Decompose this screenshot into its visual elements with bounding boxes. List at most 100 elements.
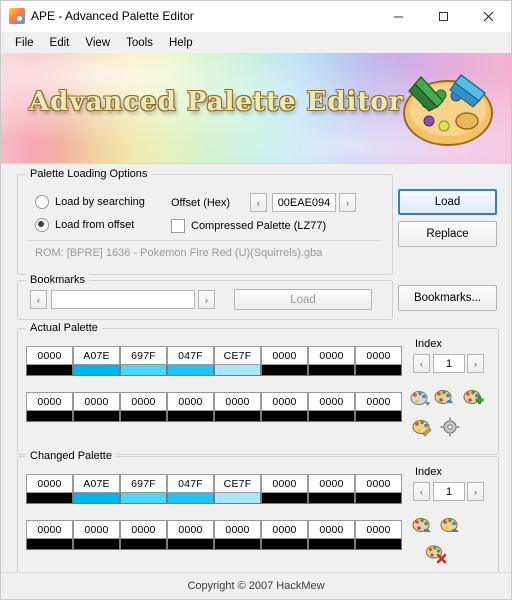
changed-swatch-2[interactable]: 697F xyxy=(120,474,167,504)
offset-input[interactable]: 00EAE094 xyxy=(272,193,336,212)
palette-redo-icon[interactable] xyxy=(439,514,461,536)
actual-swatch-5-hex[interactable]: 0000 xyxy=(261,346,308,365)
bookmark-input[interactable] xyxy=(51,290,195,309)
changed-swatch-9[interactable]: 0000 xyxy=(73,520,120,550)
changed-swatch-6-hex[interactable]: 0000 xyxy=(308,474,355,493)
menu-tools[interactable]: Tools xyxy=(118,35,161,51)
actual-swatch-15[interactable]: 0000 xyxy=(355,392,402,422)
changed-swatch-0-color[interactable] xyxy=(26,493,73,504)
changed-swatch-9-color[interactable] xyxy=(73,539,120,550)
changed-swatch-13-hex[interactable]: 0000 xyxy=(261,520,308,539)
changed-swatch-11-color[interactable] xyxy=(167,539,214,550)
changed-swatch-12[interactable]: 0000 xyxy=(214,520,261,550)
actual-swatch-6[interactable]: 0000 xyxy=(308,346,355,376)
changed-swatch-8-color[interactable] xyxy=(26,539,73,550)
changed-swatch-4-color[interactable] xyxy=(214,493,261,504)
actual-swatch-3-color[interactable] xyxy=(167,365,214,376)
actual-swatch-3-hex[interactable]: 047F xyxy=(167,346,214,365)
actual-swatch-4-hex[interactable]: CE7F xyxy=(214,346,261,365)
changed-swatch-4-hex[interactable]: CE7F xyxy=(214,474,261,493)
actual-swatch-5-color[interactable] xyxy=(261,365,308,376)
changed-swatch-0-hex[interactable]: 0000 xyxy=(26,474,73,493)
changed-swatch-12-color[interactable] xyxy=(214,539,261,550)
changed-swatch-15-color[interactable] xyxy=(355,539,402,550)
actual-swatch-2-color[interactable] xyxy=(120,365,167,376)
menu-view[interactable]: View xyxy=(77,35,118,51)
actual-swatch-0[interactable]: 0000 xyxy=(26,346,73,376)
changed-swatch-6[interactable]: 0000 xyxy=(308,474,355,504)
maximize-button[interactable] xyxy=(421,1,466,31)
load-button[interactable]: Load xyxy=(398,189,497,215)
actual-swatch-3[interactable]: 047F xyxy=(167,346,214,376)
close-button[interactable] xyxy=(466,1,511,31)
menu-edit[interactable]: Edit xyxy=(42,35,78,51)
actual-index-prev-button[interactable]: ‹ xyxy=(413,354,430,373)
actual-swatch-5[interactable]: 0000 xyxy=(261,346,308,376)
actual-swatch-2[interactable]: 697F xyxy=(120,346,167,376)
actual-swatch-0-color[interactable] xyxy=(26,365,73,376)
changed-swatch-6-color[interactable] xyxy=(308,493,355,504)
changed-swatch-13-color[interactable] xyxy=(261,539,308,550)
actual-swatch-13-hex[interactable]: 0000 xyxy=(261,392,308,411)
changed-swatch-13[interactable]: 0000 xyxy=(261,520,308,550)
actual-swatch-9-color[interactable] xyxy=(73,411,120,422)
palette-edit-icon[interactable] xyxy=(411,416,433,438)
actual-swatch-1-hex[interactable]: A07E xyxy=(73,346,120,365)
actual-swatch-1-color[interactable] xyxy=(73,365,120,376)
changed-swatch-8-hex[interactable]: 0000 xyxy=(26,520,73,539)
offset-decrement-button[interactable]: ‹ xyxy=(250,193,267,212)
actual-swatch-10[interactable]: 0000 xyxy=(120,392,167,422)
changed-swatch-4[interactable]: CE7F xyxy=(214,474,261,504)
actual-swatch-7-color[interactable] xyxy=(355,365,402,376)
changed-swatch-14-hex[interactable]: 0000 xyxy=(308,520,355,539)
palette-import-icon[interactable] xyxy=(409,386,431,408)
actual-swatch-14-color[interactable] xyxy=(308,411,355,422)
palette-add-icon[interactable] xyxy=(463,386,485,408)
changed-swatch-15-hex[interactable]: 0000 xyxy=(355,520,402,539)
changed-swatch-2-color[interactable] xyxy=(120,493,167,504)
bookmark-load-button[interactable]: Load xyxy=(234,289,372,310)
changed-swatch-8[interactable]: 0000 xyxy=(26,520,73,550)
bookmark-prev-button[interactable]: ‹ xyxy=(30,290,47,309)
changed-swatch-14[interactable]: 0000 xyxy=(308,520,355,550)
changed-swatch-12-hex[interactable]: 0000 xyxy=(214,520,261,539)
actual-swatch-12-hex[interactable]: 0000 xyxy=(214,392,261,411)
palette-settings-icon[interactable] xyxy=(439,416,461,438)
actual-swatch-1[interactable]: A07E xyxy=(73,346,120,376)
actual-swatch-7[interactable]: 0000 xyxy=(355,346,402,376)
actual-swatch-11-color[interactable] xyxy=(167,411,214,422)
offset-increment-button[interactable]: › xyxy=(339,193,356,212)
changed-swatch-0[interactable]: 0000 xyxy=(26,474,73,504)
changed-swatch-3-hex[interactable]: 047F xyxy=(167,474,214,493)
actual-swatch-14[interactable]: 0000 xyxy=(308,392,355,422)
changed-index-next-button[interactable]: › xyxy=(467,482,484,501)
actual-swatch-6-hex[interactable]: 0000 xyxy=(308,346,355,365)
actual-swatch-8[interactable]: 0000 xyxy=(26,392,73,422)
actual-swatch-15-color[interactable] xyxy=(355,411,402,422)
changed-swatch-5[interactable]: 0000 xyxy=(261,474,308,504)
changed-swatch-5-hex[interactable]: 0000 xyxy=(261,474,308,493)
changed-swatch-15[interactable]: 0000 xyxy=(355,520,402,550)
actual-swatch-11-hex[interactable]: 0000 xyxy=(167,392,214,411)
actual-swatch-0-hex[interactable]: 0000 xyxy=(26,346,73,365)
changed-swatch-11[interactable]: 0000 xyxy=(167,520,214,550)
actual-swatch-4-color[interactable] xyxy=(214,365,261,376)
changed-swatch-9-hex[interactable]: 0000 xyxy=(73,520,120,539)
actual-swatch-12[interactable]: 0000 xyxy=(214,392,261,422)
actual-swatch-8-hex[interactable]: 0000 xyxy=(26,392,73,411)
load-from-offset-radio[interactable]: Load from offset xyxy=(35,218,134,232)
palette-swap-icon[interactable] xyxy=(433,386,455,408)
actual-swatch-9-hex[interactable]: 0000 xyxy=(73,392,120,411)
actual-index-next-button[interactable]: › xyxy=(467,354,484,373)
actual-swatch-10-hex[interactable]: 0000 xyxy=(120,392,167,411)
actual-swatch-2-hex[interactable]: 697F xyxy=(120,346,167,365)
bookmark-next-button[interactable]: › xyxy=(198,290,215,309)
changed-index-input[interactable]: 1 xyxy=(433,482,465,501)
changed-swatch-7-hex[interactable]: 0000 xyxy=(355,474,402,493)
menu-file[interactable]: File xyxy=(7,35,42,51)
palette-undo-icon[interactable] xyxy=(411,514,433,536)
actual-swatch-10-color[interactable] xyxy=(120,411,167,422)
actual-swatch-8-color[interactable] xyxy=(26,411,73,422)
actual-swatch-14-hex[interactable]: 0000 xyxy=(308,392,355,411)
changed-swatch-14-color[interactable] xyxy=(308,539,355,550)
